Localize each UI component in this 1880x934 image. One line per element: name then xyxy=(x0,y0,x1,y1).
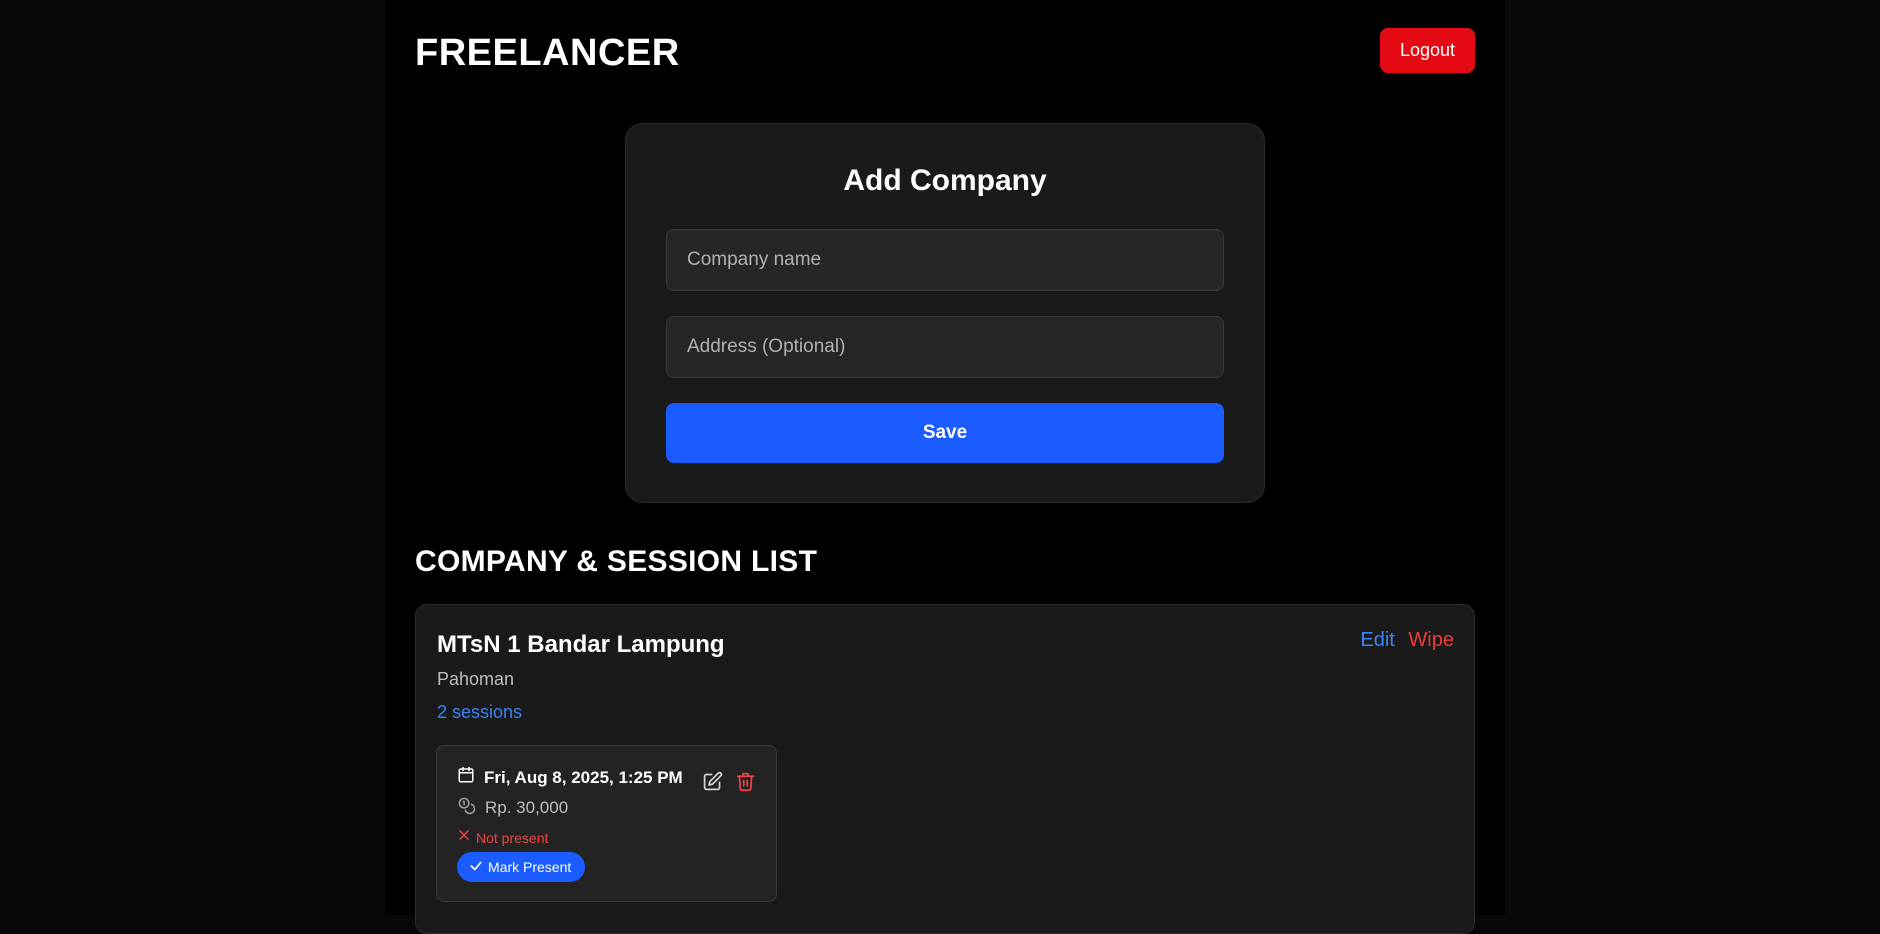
header: FREELANCER Logout xyxy=(415,28,1475,74)
session-status-row: Not present xyxy=(457,828,548,847)
session-date: Fri, Aug 8, 2025, 1:25 PM xyxy=(484,767,683,787)
add-company-form: Add Company Save xyxy=(625,123,1265,503)
session-card: Fri, Aug 8, 2025, 1:25 PM Rp. 30,000 Not… xyxy=(436,745,777,902)
company-card: MTsN 1 Bandar Lampung Pahoman 2 sessions… xyxy=(415,604,1475,934)
edit-company-link[interactable]: Edit xyxy=(1360,629,1394,651)
company-name: MTsN 1 Bandar Lampung xyxy=(437,631,725,658)
company-name-input[interactable] xyxy=(666,229,1224,291)
calendar-icon xyxy=(457,766,475,789)
company-actions: Edit Wipe xyxy=(1360,629,1454,652)
check-icon xyxy=(469,859,483,876)
page: FREELANCER Logout Add Company Save COMPA… xyxy=(385,0,1505,934)
company-address: Pahoman xyxy=(437,669,515,689)
form-title: Add Company xyxy=(843,164,1047,197)
save-button[interactable]: Save xyxy=(666,403,1224,463)
session-actions xyxy=(700,769,757,793)
logout-button[interactable]: Logout xyxy=(1380,28,1475,73)
brand-title: FREELANCER xyxy=(415,32,680,74)
mark-present-button[interactable]: Mark Present xyxy=(457,852,586,882)
session-status: Not present xyxy=(476,829,549,846)
coins-icon xyxy=(457,796,476,820)
wipe-company-link[interactable]: Wipe xyxy=(1408,629,1454,651)
session-fee: Rp. 30,000 xyxy=(485,798,569,817)
trash-icon[interactable] xyxy=(733,769,757,793)
list-heading: COMPANY & SESSION LIST xyxy=(415,545,818,578)
edit-icon[interactable] xyxy=(700,769,724,793)
mark-present-label: Mark Present xyxy=(488,859,572,875)
session-date-row: Fri, Aug 8, 2025, 1:25 PM xyxy=(457,766,683,789)
session-fee-row: Rp. 30,000 xyxy=(457,796,568,820)
x-icon xyxy=(457,828,471,847)
address-input[interactable] xyxy=(666,316,1224,378)
session-count-link[interactable]: 2 sessions xyxy=(437,702,522,723)
